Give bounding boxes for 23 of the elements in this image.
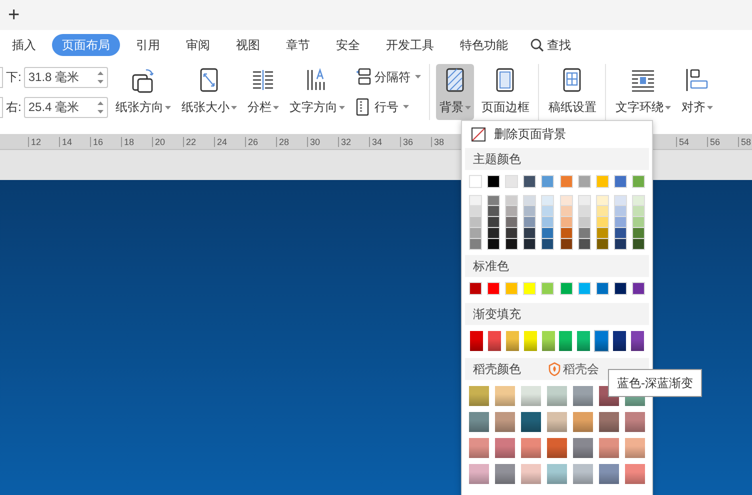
ruler-label: 24	[214, 136, 245, 146]
section-title: 标准色	[473, 258, 509, 275]
ruler-label: 16	[90, 136, 121, 146]
ruler-label: 56	[707, 136, 738, 146]
ruler-label: 28	[276, 136, 307, 146]
ruler-label: 34	[369, 136, 400, 146]
ruler-label: 14	[59, 136, 90, 146]
section-title: 稻壳颜色	[473, 361, 521, 378]
section-title: 主题颜色	[473, 151, 521, 168]
ruler-label: 26	[245, 136, 276, 146]
ruler-label: 12	[28, 136, 59, 146]
ruler-label: 20	[152, 136, 183, 146]
field-label: 右:	[6, 99, 22, 116]
section-title: 渐变填充	[473, 306, 521, 323]
ruler-label: 22	[183, 136, 214, 146]
ruler-label: 18	[121, 136, 152, 146]
ruler-label: 30	[307, 136, 338, 146]
tooltip: 蓝色-深蓝渐变	[608, 369, 702, 397]
ruler-label: 36	[400, 136, 431, 146]
ruler-label: 58	[738, 136, 752, 146]
field-label: 下:	[6, 69, 22, 86]
ruler-label: 54	[676, 136, 707, 146]
ruler-label: 32	[338, 136, 369, 146]
